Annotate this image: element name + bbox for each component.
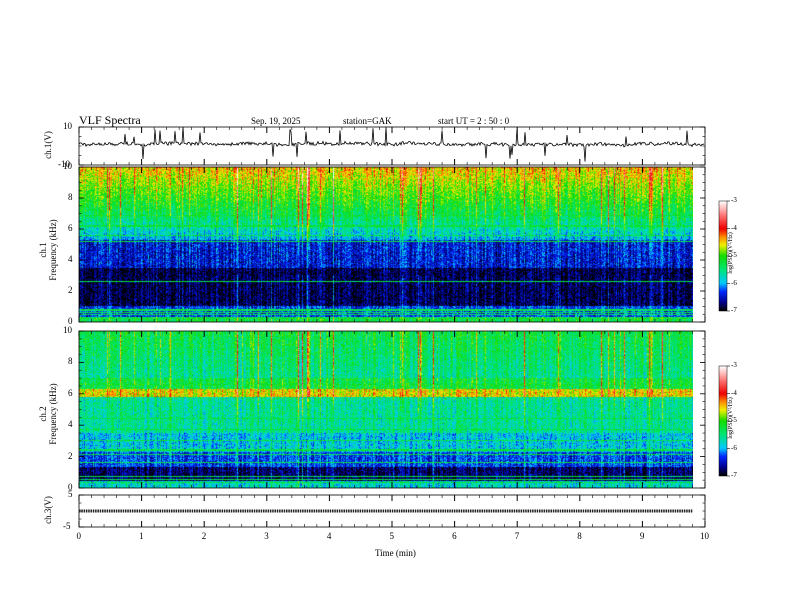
spec1-ylabel-ch: ch.1 [38,242,48,258]
colorbar-tick-label: -3 [731,361,737,369]
x-tick-label: 7 [514,531,520,541]
spec1-ylabel-freq: Frequency (kHz) [48,219,58,281]
colorbar-tick-label: -4 [731,388,737,397]
colorbar-tick-label: -4 [731,223,737,232]
colorbar-tick-label: -5 [731,416,737,424]
x-tick-label: 6 [452,531,457,541]
spec1-ytick-label: 10 [63,161,72,171]
spec2-ytick-label: 2 [68,450,73,461]
spec2-ylabel: ch.2 Frequency (kHz) [38,364,58,464]
colorbar-tick-label: -5 [731,251,737,259]
spec1-ylabel: ch.1 Frequency (kHz) [38,200,58,300]
spec2-ytick-label: 8 [68,356,73,367]
colorbar-frame [718,365,728,477]
x-tick-label: 2 [201,531,207,541]
spec2-frame [78,330,706,489]
x-tick-label: 0 [76,531,82,541]
colorbar-tick-label: -7 [731,471,737,479]
colorbar-tick-label: -7 [731,306,737,314]
x-tick-label: 8 [577,531,582,541]
spec2-ytick-label: 4 [68,419,73,430]
spec1-ytick-label: 4 [68,254,73,264]
x-tick-label: 9 [639,531,645,541]
x-tick-label: 5 [389,531,395,541]
spec1-ytick-label: 2 [68,285,73,295]
ch3-ytick-label: -5 [63,521,71,531]
colorbar-tick-label: -6 [731,278,737,287]
x-tick-label: 10 [700,531,709,541]
ch1-ylabel: ch.1(V) [43,131,53,159]
ch3-ylabel: ch.3(V) [43,496,53,524]
x-tick-label: 3 [264,531,269,541]
spec2-ylabel-ch: ch.2 [38,406,48,422]
ch1-ytick-label: 10 [63,121,72,131]
spec1-ytick-label: 8 [68,192,73,202]
x-tick-label: 1 [139,531,144,541]
x-tick-label: 4 [326,531,332,541]
spec1-ytick-label: 6 [68,223,73,233]
colorbar-frame [718,200,728,312]
ch3-ytick-label: 5 [68,489,73,499]
spec2-ytick-label: 10 [63,325,72,335]
spec2-ytick-label: 6 [68,387,73,398]
colorbar-tick-label: -3 [731,196,737,204]
colorbar-tick-label: -6 [731,443,737,452]
plot-axes [78,126,730,528]
spec1-frame [78,166,706,323]
spec2-ylabel-freq: Frequency (kHz) [48,383,58,445]
x-axis-label: Time (min) [375,548,416,558]
